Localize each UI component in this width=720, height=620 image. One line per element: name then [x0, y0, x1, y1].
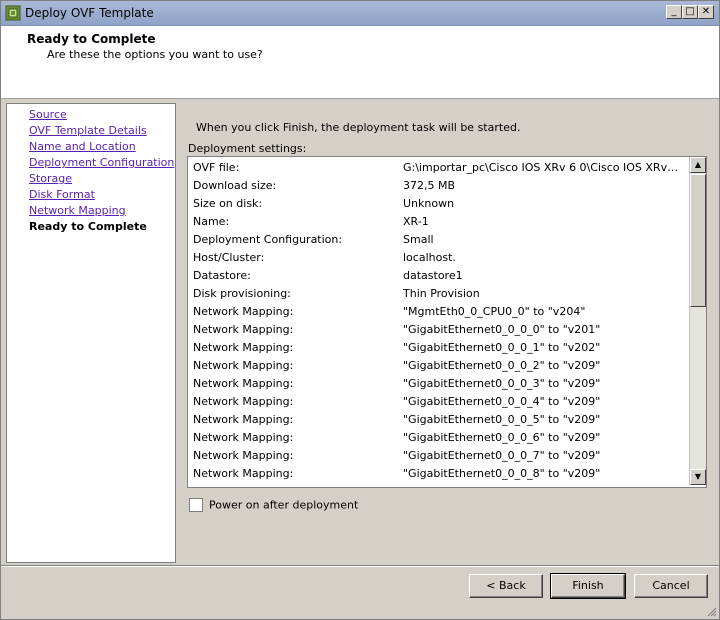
step-link-disk-format[interactable]: Disk Format [29, 188, 95, 201]
vsphere-icon [5, 5, 21, 21]
settings-row: Network Mapping: "GigabitEthernet0_0_0_2"… [188, 357, 688, 375]
setting-key: Deployment Configuration: [193, 233, 343, 246]
setting-key: Network Mapping: [193, 323, 294, 336]
back-button[interactable]: < Back [469, 574, 543, 598]
cancel-button[interactable]: Cancel [634, 574, 708, 598]
step-link-deployment-configuration[interactable]: Deployment Configuration [29, 156, 174, 169]
setting-value: G:\importar_pc\Cisco IOS XRv 6 0\Cisco I… [403, 161, 681, 174]
setting-value: 372,5 MB [403, 179, 456, 192]
resize-grip-icon[interactable] [705, 605, 717, 617]
settings-row: Size on disk: Unknown [188, 195, 688, 213]
setting-key: Disk provisioning: [193, 287, 291, 300]
maximize-button[interactable]: □ [682, 5, 698, 19]
setting-value: "GigabitEthernet0_0_0_3" to "v209" [403, 377, 601, 390]
step-link-name-and-location[interactable]: Name and Location [29, 140, 136, 153]
settings-row: Network Mapping: "GigabitEthernet0_0_0_9"… [188, 483, 688, 487]
step-current-ready-to-complete: Ready to Complete [29, 220, 147, 233]
setting-value: "GigabitEthernet0_0_0_6" to "v209" [403, 431, 601, 444]
finish-button[interactable]: Finish [550, 573, 626, 599]
power-on-checkbox[interactable] [189, 498, 203, 512]
settings-row: Network Mapping: "GigabitEthernet0_0_0_0"… [188, 321, 688, 339]
setting-key: Network Mapping: [193, 485, 293, 487]
intro-text: When you click Finish, the deployment ta… [196, 121, 521, 134]
page-subtitle: Are these the options you want to use? [47, 48, 263, 61]
scroll-up-icon[interactable]: ▲ [690, 157, 706, 173]
settings-row: Host/Cluster: localhost. [188, 249, 688, 267]
close-button[interactable]: ✕ [698, 5, 714, 19]
scroll-thumb[interactable] [690, 174, 706, 307]
settings-row: Network Mapping: "GigabitEthernet0_0_0_6"… [188, 429, 688, 447]
step-link-source[interactable]: Source [29, 108, 67, 121]
setting-value: "GigabitEthernet0_0_0_1" to "v202" [403, 341, 601, 354]
settings-row: OVF file: G:\importar_pc\Cisco IOS XRv 6 … [188, 159, 688, 177]
vertical-scrollbar[interactable]: ▲ ▼ [689, 157, 706, 485]
deployment-settings-label: Deployment settings: [188, 142, 307, 155]
setting-value: "GigabitEthernet0_0_0_0" to "v201" [403, 323, 601, 336]
scroll-down-icon[interactable]: ▼ [690, 469, 706, 485]
title-bar[interactable]: Deploy OVF Template _ □ ✕ [1, 1, 719, 26]
settings-row: Deployment Configuration: Small [188, 231, 688, 249]
setting-value: "GigabitEthernet0_0_0_2" to "v209" [403, 359, 601, 372]
step-link-network-mapping[interactable]: Network Mapping [29, 204, 126, 217]
setting-key: Network Mapping: [193, 413, 294, 426]
setting-key: Download size: [193, 179, 277, 192]
setting-key: Host/Cluster: [193, 251, 265, 264]
setting-value: datastore1 [403, 269, 463, 282]
settings-row: Network Mapping: "GigabitEthernet0_0_0_1"… [188, 339, 688, 357]
setting-value: "GigabitEthernet0_0_0_7" to "v209" [403, 449, 601, 462]
settings-row: Disk provisioning: Thin Provision [188, 285, 688, 303]
settings-row: Network Mapping: "GigabitEthernet0_0_0_7"… [188, 447, 688, 465]
setting-value: Unknown [403, 197, 455, 210]
power-on-label[interactable]: Power on after deployment [209, 499, 358, 512]
settings-row: Network Mapping: "GigabitEthernet0_0_0_4"… [188, 393, 688, 411]
setting-key: Size on disk: [193, 197, 263, 210]
setting-key: Network Mapping: [193, 359, 294, 372]
setting-value: "GigabitEthernet0_0_0_8" to "v209" [403, 467, 601, 480]
wizard-header: Ready to Complete Are these the options … [1, 26, 719, 99]
setting-value: "MgmtEth0_0_CPU0_0" to "v204" [403, 305, 586, 318]
setting-key: Network Mapping: [193, 449, 294, 462]
settings-row: Network Mapping: "GigabitEthernet0_0_0_5"… [188, 411, 688, 429]
setting-key: Network Mapping: [193, 341, 294, 354]
settings-row: Download size: 372,5 MB [188, 177, 688, 195]
setting-key: Datastore: [193, 269, 251, 282]
setting-value: XR-1 [403, 215, 429, 228]
setting-value: Thin Provision [403, 287, 480, 300]
setting-key: Network Mapping: [193, 305, 294, 318]
setting-key: Network Mapping: [193, 467, 294, 480]
deploy-ovf-window: Deploy OVF Template _ □ ✕ Ready to Compl… [0, 0, 720, 620]
setting-value: "GigabitEthernet0_0_0_9" to "v209" [403, 485, 681, 487]
setting-key: Network Mapping: [193, 395, 294, 408]
setting-value: localhost. [403, 251, 456, 264]
settings-row: Datastore: datastore1 [188, 267, 688, 285]
setting-value: "GigabitEthernet0_0_0_4" to "v209" [403, 395, 601, 408]
minimize-button[interactable]: _ [666, 5, 682, 19]
setting-key: Name: [193, 215, 230, 228]
page-title: Ready to Complete [27, 32, 156, 46]
setting-key: Network Mapping: [193, 431, 294, 444]
step-link-storage[interactable]: Storage [29, 172, 72, 185]
setting-value: Small [403, 233, 434, 246]
settings-row: Network Mapping: "MgmtEth0_0_CPU0_0" to "… [188, 303, 688, 321]
settings-row: Network Mapping: "GigabitEthernet0_0_0_8"… [188, 465, 688, 483]
footer-divider [1, 565, 719, 567]
setting-key: OVF file: [193, 161, 240, 174]
settings-row: Network Mapping: "GigabitEthernet0_0_0_3"… [188, 375, 688, 393]
settings-row: Name: XR-1 [188, 213, 688, 231]
wizard-steps-sidebar: Source OVF Template Details Name and Loc… [6, 103, 176, 563]
setting-key: Network Mapping: [193, 377, 294, 390]
step-link-ovf-template-details[interactable]: OVF Template Details [29, 124, 147, 137]
deployment-settings-list[interactable]: OVF file: G:\importar_pc\Cisco IOS XRv 6 … [187, 156, 707, 488]
window-title: Deploy OVF Template [25, 6, 154, 20]
power-on-option[interactable]: Power on after deployment [189, 498, 358, 512]
setting-value: "GigabitEthernet0_0_0_5" to "v209" [403, 413, 601, 426]
